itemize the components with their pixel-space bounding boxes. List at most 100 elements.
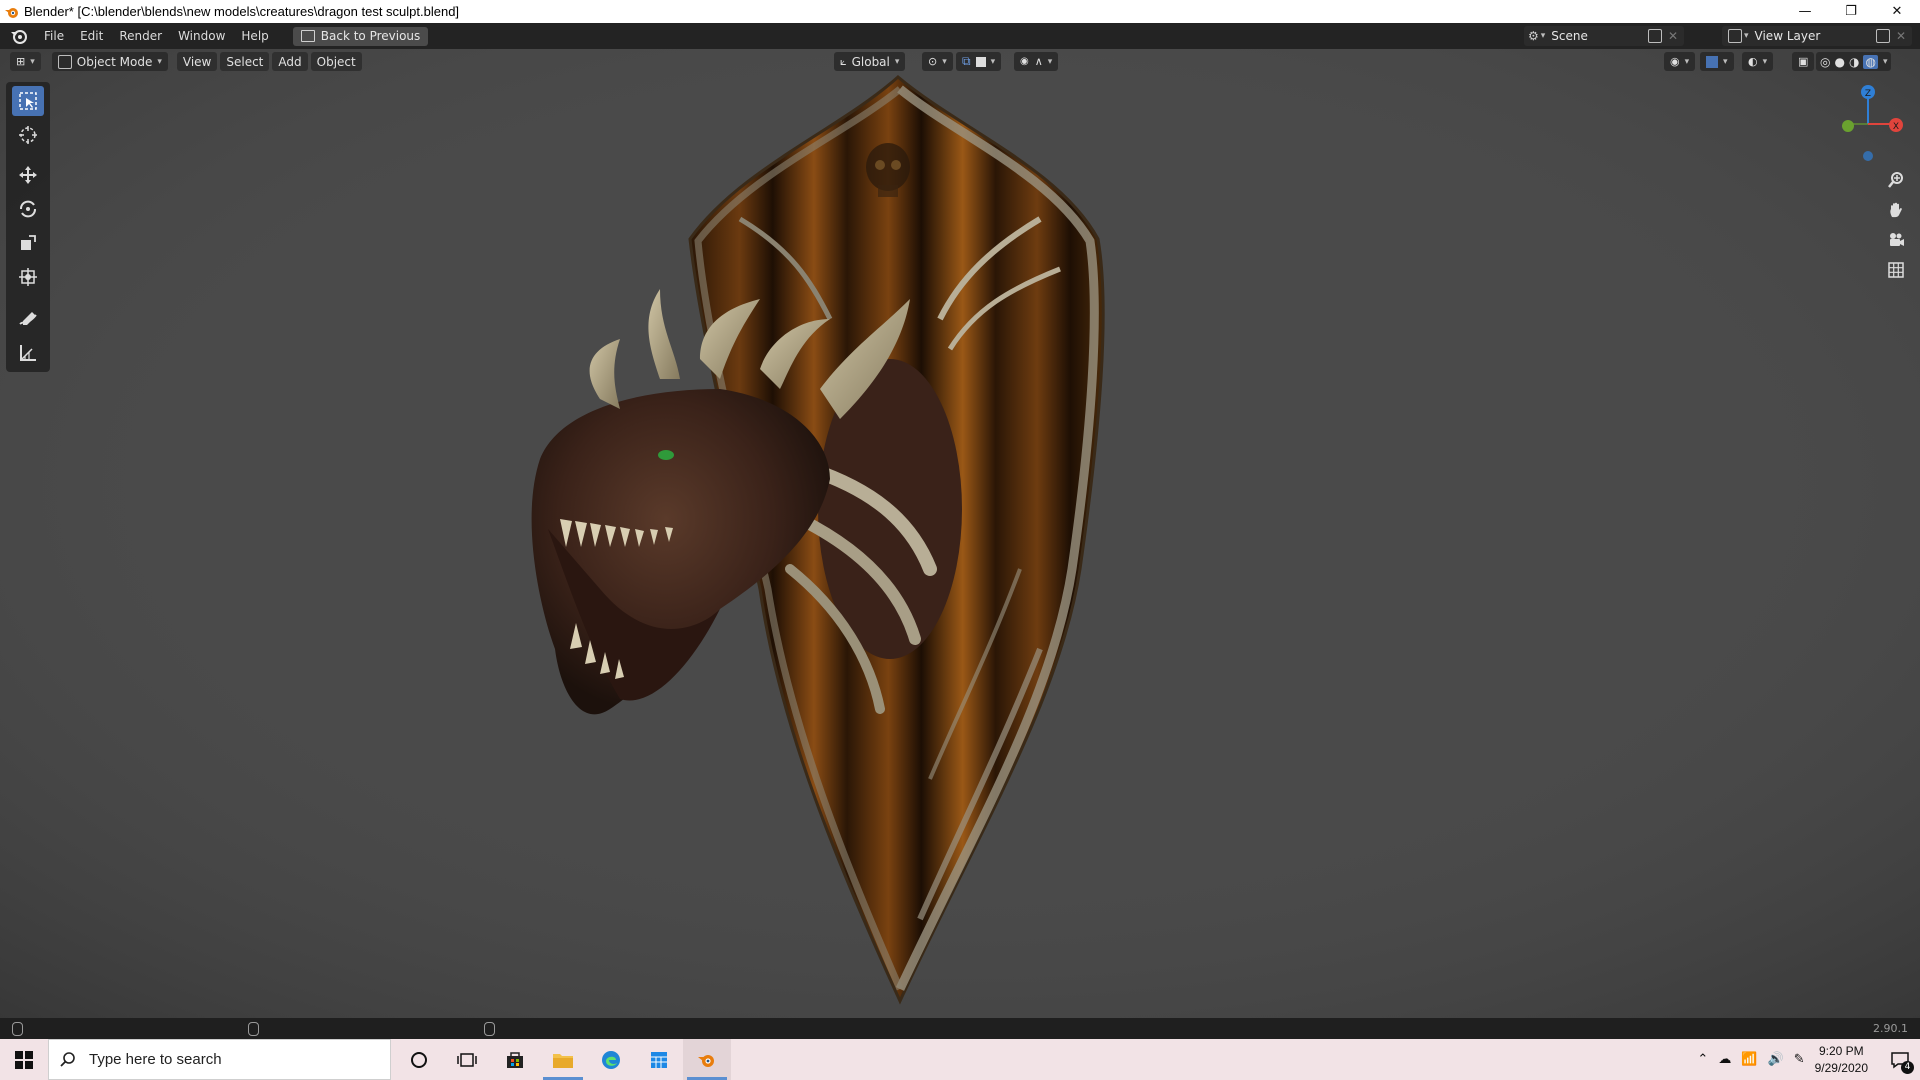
annotate-tool[interactable] (12, 304, 44, 334)
volume-icon[interactable]: 🔊 (1768, 1052, 1784, 1067)
view-layer-selector[interactable]: ▾ View Layer ✕ (1722, 26, 1912, 46)
rendered-shading-icon[interactable]: ◍ (1863, 54, 1878, 69)
chevron-down-icon: ▾ (1882, 56, 1888, 67)
new-scene-icon[interactable] (1648, 29, 1662, 43)
windows-logo-icon (15, 1050, 33, 1069)
measure-tool[interactable] (12, 338, 44, 368)
transform-tool[interactable] (12, 262, 44, 292)
editor-type-button[interactable]: ⊞ ▾ (10, 52, 41, 71)
remove-view-layer-icon[interactable]: ✕ (1896, 29, 1906, 43)
scale-icon (21, 235, 36, 250)
back-to-previous-button[interactable]: Back to Previous (292, 26, 429, 46)
navigation-gizmo[interactable]: Z X (1830, 82, 1910, 172)
notification-count: 4 (1901, 1061, 1914, 1074)
transform-orientation-dropdown[interactable]: ⟀ Global ▾ (834, 52, 906, 71)
xray-icon: ▣ (1798, 55, 1809, 68)
3d-viewport[interactable] (0, 49, 1920, 1018)
wireframe-shading-icon[interactable]: ◎ (1820, 55, 1830, 69)
chevron-down-icon: ▾ (1723, 56, 1728, 67)
blender-taskbar-app[interactable] (683, 1039, 731, 1080)
xray-toggle[interactable]: ▣ (1792, 52, 1815, 71)
taskbar-search-box[interactable]: Type here to search (48, 1039, 391, 1080)
windows-taskbar: Type here to search ⌃ ☁ 📶 🔊 ✎ 9:20 PM 9/… (0, 1039, 1920, 1080)
cortana-button[interactable] (395, 1039, 443, 1080)
blender-logo-icon[interactable] (8, 25, 30, 47)
menu-render[interactable]: Render (111, 26, 170, 46)
zoom-view-button[interactable] (1882, 166, 1910, 194)
menu-window[interactable]: Window (170, 26, 233, 46)
gizmo-z-label: Z (1865, 89, 1871, 99)
pan-view-button[interactable] (1882, 196, 1910, 224)
task-view-icon (457, 1052, 477, 1067)
calculator-app[interactable] (635, 1039, 683, 1080)
view-menu[interactable]: View (176, 52, 218, 71)
move-tool[interactable] (12, 160, 44, 190)
solid-shading-icon[interactable]: ● (1834, 55, 1844, 69)
scale-tool[interactable] (12, 228, 44, 258)
back-to-previous-label: Back to Previous (320, 29, 421, 43)
onedrive-icon[interactable]: ☁ (1718, 1052, 1731, 1067)
edge-app[interactable] (587, 1039, 635, 1080)
store-icon (507, 1051, 523, 1068)
object-mode-label: Object Mode (76, 54, 153, 69)
ortho-toggle-button[interactable] (1882, 256, 1910, 284)
calendar-icon (651, 1051, 667, 1068)
scene-selector[interactable]: ⚙ ▾ Scene ✕ (1524, 26, 1684, 46)
action-center-button[interactable]: 4 (1880, 1039, 1920, 1080)
cursor-tool[interactable] (12, 120, 44, 150)
menu-help[interactable]: Help (233, 26, 276, 46)
overlays-toggle[interactable]: ◐ ▾ (1742, 52, 1774, 71)
minimize-button[interactable]: — (1782, 0, 1828, 23)
move-icon (19, 166, 37, 184)
camera-view-button[interactable] (1882, 226, 1910, 254)
proportional-icon: ◉ (1020, 56, 1029, 67)
remove-scene-icon[interactable]: ✕ (1668, 29, 1678, 43)
snap-toggle[interactable]: ⧉ ▾ (956, 52, 1002, 71)
proportional-editing-toggle[interactable]: ◉ ∧ ▾ (1014, 52, 1059, 71)
folder-icon (553, 1053, 573, 1068)
clock[interactable]: 9:20 PM 9/29/2020 (1815, 1043, 1868, 1077)
orientation-label: Global (851, 54, 890, 69)
menu-edit[interactable]: Edit (72, 26, 111, 46)
add-menu[interactable]: Add (272, 52, 308, 71)
grid-icon (1888, 262, 1904, 278)
hand-icon (1890, 202, 1902, 218)
edge-icon (602, 1050, 620, 1069)
view-layer-name: View Layer (1754, 29, 1821, 43)
menu-file[interactable]: File (36, 26, 72, 46)
pen-icon[interactable]: ✎ (1794, 1052, 1805, 1067)
store-app[interactable] (491, 1039, 539, 1080)
select-box-tool[interactable] (12, 86, 44, 116)
restore-button[interactable]: ❐ (1828, 0, 1874, 23)
start-button[interactable] (0, 1039, 48, 1080)
object-mode-dropdown[interactable]: Object Mode ▾ (51, 52, 168, 71)
file-explorer-app[interactable] (539, 1039, 587, 1080)
overlays-icon: ◐ (1748, 55, 1758, 68)
system-tray: ⌃ ☁ 📶 🔊 ✎ 9:20 PM 9/29/2020 4 (1697, 1039, 1920, 1080)
annotate-icon (19, 312, 37, 325)
viewport-header: ⊞ ▾ Object Mode ▾ View Select Add Object… (0, 49, 1920, 74)
gizmo-y-axis[interactable] (1842, 120, 1854, 132)
screen-icon (300, 30, 315, 42)
close-button[interactable]: ✕ (1874, 0, 1920, 23)
rotate-tool[interactable] (12, 194, 44, 224)
object-menu[interactable]: Object (310, 52, 362, 71)
blender-topbar: File Edit Render Window Help Back to Pre… (0, 23, 1920, 49)
pivot-point-dropdown[interactable]: ⊙ ▾ (922, 52, 953, 71)
material-shading-icon[interactable]: ◑ (1849, 55, 1859, 69)
visibility-dropdown[interactable]: ◉ ▾ (1664, 52, 1696, 71)
network-icon[interactable]: 📶 (1741, 1052, 1757, 1067)
shading-modes: ◎ ● ◑ ◍ ▾ (1816, 52, 1892, 71)
mouse-right-icon (484, 1022, 495, 1036)
scene-icon: ⚙ (1528, 29, 1539, 43)
select-menu[interactable]: Select (220, 52, 270, 71)
gizmo-toggle[interactable]: ▾ (1700, 52, 1734, 71)
blender-app-icon (5, 7, 18, 18)
show-hidden-icons-chevron[interactable]: ⌃ (1697, 1052, 1708, 1067)
clock-time: 9:20 PM (1818, 1043, 1864, 1058)
task-view-button[interactable] (443, 1039, 491, 1080)
rotate-icon (20, 200, 36, 218)
eye-icon: ◉ (1670, 55, 1680, 68)
new-view-layer-icon[interactable] (1876, 29, 1890, 43)
gizmo-neg-z-axis[interactable] (1863, 151, 1873, 161)
